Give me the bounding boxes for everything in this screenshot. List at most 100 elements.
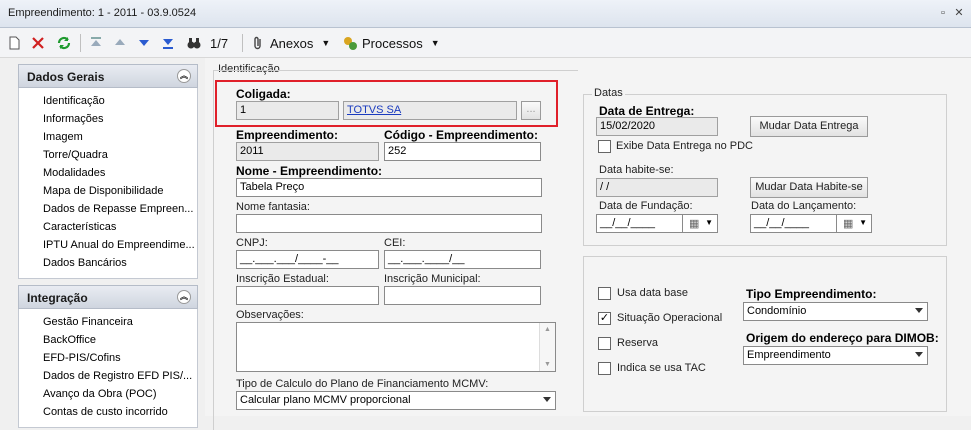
coligada-name-link[interactable]: TOTVS SA: [343, 101, 517, 120]
lancamento-calendar[interactable]: ▦ ▼: [836, 214, 872, 233]
sidebar-item-registro-efd[interactable]: Dados de Registro EFD PIS/...: [43, 367, 197, 385]
scroll-up-icon[interactable]: ▲: [544, 326, 551, 333]
fundacao-calendar[interactable]: ▦ ▼: [682, 214, 718, 233]
coligada-lookup-button[interactable]: ...: [521, 101, 541, 120]
restore-icon[interactable]: ▫: [937, 7, 949, 19]
coligada-label: Coligada:: [236, 87, 291, 101]
exibe-entrega-checkbox[interactable]: [598, 140, 611, 153]
sidebar-item-informacoes[interactable]: Informações: [43, 110, 197, 128]
lancamento-label: Data do Lançamento:: [751, 200, 857, 212]
reserva-label: Reserva: [617, 337, 658, 349]
delete-icon: [30, 35, 46, 51]
mudar-habite-button[interactable]: Mudar Data Habite-se: [750, 177, 868, 198]
sidebar-item-identificacao[interactable]: Identificação: [43, 92, 197, 110]
scrollbar[interactable]: ▲ ▼: [539, 323, 555, 371]
fantasia-field[interactable]: [236, 214, 542, 233]
sidebar-item-financeira[interactable]: Gestão Financeira: [43, 313, 197, 331]
refresh-button[interactable]: [56, 33, 72, 53]
close-window-icon[interactable]: ✕: [953, 7, 965, 19]
calendar-icon: ▦: [689, 218, 700, 230]
im-field[interactable]: [384, 286, 541, 305]
im-label: Inscrição Municipal:: [384, 273, 481, 285]
anexos-label: Anexos: [270, 35, 314, 51]
collapse-icon[interactable]: ︽: [177, 290, 191, 304]
sidebar: Dados Gerais ︽ Identificação Informações…: [18, 64, 198, 428]
first-icon: [88, 35, 104, 51]
sidebar-item-imagem[interactable]: Imagem: [43, 128, 197, 146]
sidebar-item-avanco[interactable]: Avanço da Obra (POC): [43, 385, 197, 403]
fundacao-field[interactable]: __/__/____: [596, 214, 683, 233]
tac-checkbox[interactable]: [598, 362, 611, 375]
sidebar-item-iptu[interactable]: IPTU Anual do Empreendime...: [43, 236, 197, 254]
sidebar-item-custo[interactable]: Contas de custo incorrido: [43, 403, 197, 421]
sidebar-item-mapa[interactable]: Mapa de Disponibilidade: [43, 182, 197, 200]
chevron-down-icon: ▼: [430, 38, 440, 48]
empreendimento-field[interactable]: 2011: [236, 142, 379, 161]
reserva-checkbox[interactable]: [598, 337, 611, 350]
chevron-down-icon: [915, 308, 923, 313]
ie-field[interactable]: [236, 286, 379, 305]
panel-title: Integração: [27, 291, 88, 305]
habite-label: Data habite-se:: [599, 164, 674, 176]
calculo-select[interactable]: Calcular plano MCMV proporcional: [236, 391, 556, 410]
new-document-icon: [6, 35, 22, 51]
search-button[interactable]: [186, 33, 202, 53]
coligada-code-field[interactable]: 1: [236, 101, 339, 120]
refresh-icon: [56, 35, 72, 51]
cnpj-field[interactable]: __.___.___/____-__: [236, 250, 379, 269]
tipo-value: Condomínio: [747, 305, 807, 317]
cei-field[interactable]: __.___.____/__: [384, 250, 541, 269]
next-record-button[interactable]: [136, 33, 152, 53]
collapse-icon[interactable]: ︽: [177, 69, 191, 83]
sidebar-item-efd[interactable]: EFD-PIS/Cofins: [43, 349, 197, 367]
calculo-value: Calcular plano MCMV proporcional: [240, 394, 411, 406]
observacoes-textarea[interactable]: ▲ ▼: [236, 322, 556, 372]
lancamento-field[interactable]: __/__/____: [750, 214, 837, 233]
origem-select[interactable]: Empreendimento: [743, 346, 928, 365]
sidebar-item-backoffice[interactable]: BackOffice: [43, 331, 197, 349]
nome-label: Nome - Empreendimento:: [236, 164, 383, 178]
panel-integracao-header[interactable]: Integração ︽: [18, 285, 198, 309]
sidebar-item-caracteristicas[interactable]: Características: [43, 218, 197, 236]
fantasia-label: Nome fantasia:: [236, 201, 310, 213]
last-record-button[interactable]: [160, 33, 176, 53]
usa-base-checkbox[interactable]: [598, 287, 611, 300]
panel-dados-gerais-header[interactable]: Dados Gerais ︽: [18, 64, 198, 88]
delete-button[interactable]: [30, 33, 46, 53]
first-record-button[interactable]: [88, 33, 104, 53]
next-icon: [136, 35, 152, 51]
codigo-label: Código - Empreendimento:: [384, 128, 538, 142]
sidebar-item-modalidades[interactable]: Modalidades: [43, 164, 197, 182]
anexos-menu[interactable]: Anexos ▼: [250, 33, 330, 53]
chevron-down-icon: [915, 352, 923, 357]
obs-label: Observações:: [236, 309, 304, 321]
exibe-entrega-label: Exibe Data Entrega no PDC: [616, 140, 753, 152]
window-title: Empreendimento: 1 - 2011 - 03.9.0524: [8, 7, 197, 19]
window-titlebar: Empreendimento: 1 - 2011 - 03.9.0524 ▫ ✕: [0, 0, 971, 28]
scroll-down-icon[interactable]: ▼: [544, 361, 551, 368]
habite-field[interactable]: / /: [596, 178, 718, 197]
tac-label: Indica se usa TAC: [617, 362, 706, 374]
panel-title: Dados Gerais: [27, 70, 105, 84]
usa-base-label: Usa data base: [617, 287, 688, 299]
origem-value: Empreendimento: [747, 349, 831, 361]
situacao-checkbox[interactable]: ✓: [598, 312, 611, 325]
entrega-label: Data de Entrega:: [599, 104, 695, 118]
sidebar-item-torre[interactable]: Torre/Quadra: [43, 146, 197, 164]
panel-dados-gerais: Identificação Informações Imagem Torre/Q…: [18, 88, 198, 279]
calendar-icon: ▦: [843, 218, 854, 230]
processos-menu[interactable]: Processos ▼: [342, 33, 440, 53]
situacao-label: Situação Operacional: [617, 312, 723, 324]
new-record-button[interactable]: [6, 33, 22, 53]
previous-record-button[interactable]: [112, 33, 128, 53]
cnpj-label: CNPJ:: [236, 237, 268, 249]
nome-field[interactable]: Tabela Preço: [236, 178, 542, 197]
last-icon: [160, 35, 176, 51]
sidebar-item-repasse[interactable]: Dados de Repasse Empreen...: [43, 200, 197, 218]
sidebar-item-bancarios[interactable]: Dados Bancários: [43, 254, 197, 272]
codigo-field[interactable]: 252: [384, 142, 541, 161]
tipo-select[interactable]: Condomínio: [743, 302, 928, 321]
mudar-entrega-button[interactable]: Mudar Data Entrega: [750, 116, 868, 137]
ie-label: Inscrição Estadual:: [236, 273, 329, 285]
entrega-field[interactable]: 15/02/2020: [596, 117, 718, 136]
